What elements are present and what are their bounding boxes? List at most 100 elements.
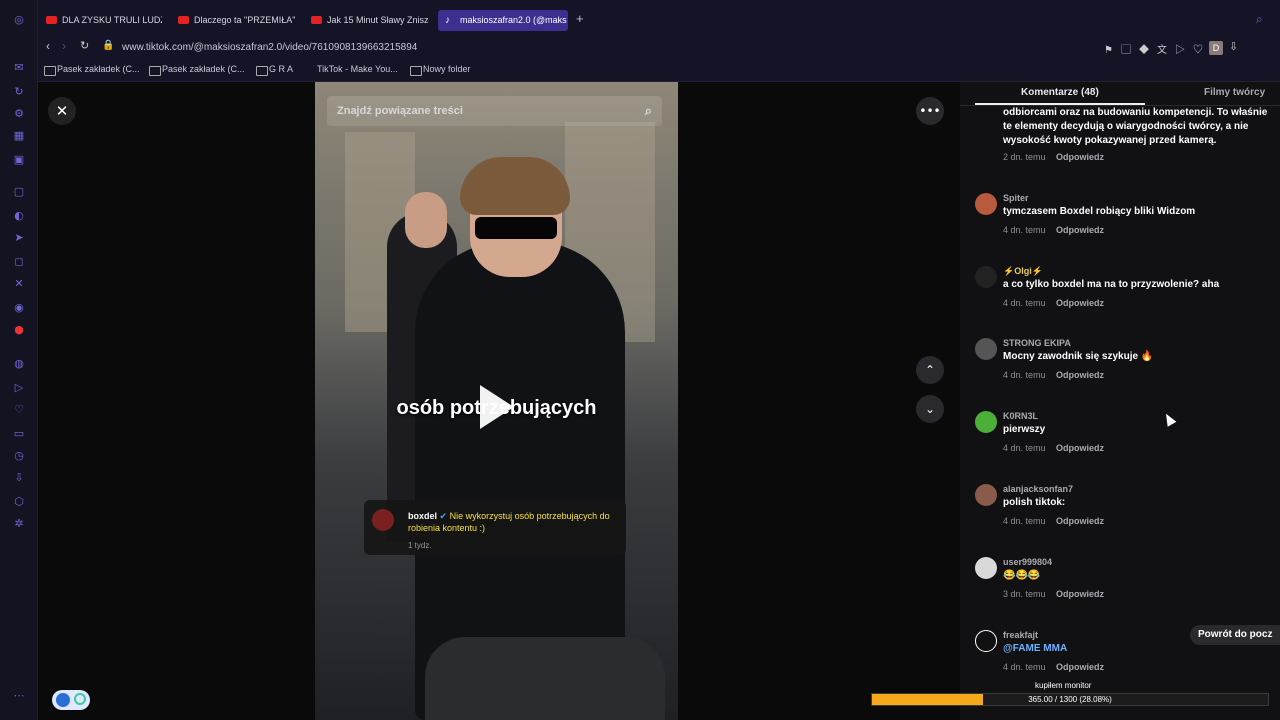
telegram-icon[interactable]: ➤ <box>11 230 27 246</box>
ticket-icon[interactable]: ▭ <box>11 426 27 442</box>
comment-time: 4 dn. temu <box>1003 662 1046 672</box>
comment-time: 2 dn. temu <box>1003 152 1046 162</box>
history-icon[interactable]: ◷ <box>11 448 27 464</box>
instagram-icon[interactable]: ◻ <box>11 254 27 270</box>
comment-username[interactable]: STRONG EKIPA <box>1003 338 1071 348</box>
reply-button[interactable]: Odpowiedz <box>1056 225 1104 235</box>
comment-username[interactable]: alanjacksonfan7 <box>1003 484 1073 494</box>
avatar[interactable] <box>975 411 997 433</box>
comment-text: pierwszy <box>1003 424 1046 435</box>
reply-avatar <box>372 509 394 531</box>
box-icon[interactable]: ▣ <box>11 152 27 168</box>
comment-time: 4 dn. temu <box>1003 370 1046 380</box>
address-bar: ‹ › ↻ 🔒 www.tiktok.com/@maksioszafran2.0… <box>38 38 1280 60</box>
comment-username[interactable]: K0RN3L <box>1003 411 1038 421</box>
more-icon[interactable]: ⋯ <box>11 688 27 704</box>
bookmark-4[interactable]: TikTok - Make You... <box>304 64 398 74</box>
bot-icon[interactable]: ⚙ <box>11 106 27 122</box>
extension-icons[interactable]: ⚑▢◆文▷♡ <box>1104 41 1211 56</box>
reply-button[interactable]: Odpowiedz <box>1056 516 1104 526</box>
browser-sidebar: ◎ ✉ ↻ ⚙ ▦ ▣ ▢ ◐ ➤ ◻ ✕ ◉ ● ◍ ▷ ♡ ▭ ◷ ⇩ ⬡ … <box>0 0 38 720</box>
comment-text: a co tylko boxdel ma na to przyzwolenie?… <box>1003 279 1220 290</box>
heart-icon[interactable]: ♡ <box>11 402 27 418</box>
reply-button[interactable]: Odpowiedz <box>1056 298 1104 308</box>
back-to-top-button[interactable]: Powrót do pocz <box>1190 625 1280 645</box>
discord-icon[interactable]: ◉ <box>11 300 27 316</box>
bookmark-2[interactable]: Pasek zakładek (C... <box>149 64 245 76</box>
comment-username[interactable]: ⚡Olgi⚡ <box>1003 266 1043 277</box>
bookmarks-bar: Pasek zakładek (C... Pasek zakładek (C..… <box>38 60 1280 82</box>
lock-icon: 🔒 <box>102 40 115 51</box>
chevron-up-icon[interactable]: ⌃ <box>916 356 944 384</box>
reply-button[interactable]: Odpowiedz <box>1056 589 1104 599</box>
comment-text: @FAME MMA <box>1003 643 1068 654</box>
x-icon[interactable]: ✕ <box>11 276 27 292</box>
sunglasses <box>475 217 557 239</box>
reply-button[interactable]: Odpowiedz <box>1056 370 1104 380</box>
reply-button[interactable]: Odpowiedz <box>1056 152 1104 162</box>
reply-button[interactable]: Odpowiedz <box>1056 443 1104 453</box>
search-tabs-icon[interactable]: ⌕ <box>1256 12 1263 27</box>
goal-label: kupiłem monitor <box>1035 681 1092 690</box>
comment-time: 4 dn. temu <box>1003 443 1046 453</box>
related-search-input[interactable]: Znajdź powiązane treści ⌕ <box>327 96 662 126</box>
goal-progress-text: 365.00 / 1300 (28.08%) <box>1028 695 1112 704</box>
twitch-icon[interactable]: ▢ <box>11 184 27 200</box>
video-player[interactable]: Znajdź powiązane treści ⌕ osób potrzebują… <box>315 82 678 720</box>
download-icon[interactable]: ⇩ <box>11 470 27 486</box>
new-tab-button[interactable]: + <box>576 11 584 26</box>
avatar[interactable] <box>975 484 997 506</box>
chevron-down-icon[interactable]: ⌄ <box>916 395 944 423</box>
tab-creator-videos[interactable]: Filmy twórcy <box>1204 87 1265 98</box>
reply-button[interactable]: Odpowiedz <box>1056 662 1104 672</box>
url-field[interactable]: www.tiktok.com/@maksioszafran2.0/video/7… <box>122 40 417 56</box>
red-app-icon[interactable]: ● <box>11 322 27 338</box>
settings-icon[interactable]: ✲ <box>11 516 27 532</box>
comment-username[interactable]: Spiter <box>1003 193 1029 203</box>
avatar[interactable] <box>975 338 997 360</box>
avatar[interactable] <box>975 266 997 288</box>
reload-icon[interactable]: ↻ <box>80 39 89 52</box>
comment-time: 3 dn. temu <box>1003 589 1046 599</box>
avatar[interactable] <box>975 193 997 215</box>
status-icon <box>74 693 86 705</box>
downloads-icon[interactable]: ⇩ <box>1229 40 1238 53</box>
comment-username[interactable]: user999804 <box>1003 557 1052 567</box>
comment-time: 4 dn. temu <box>1003 298 1046 308</box>
floating-widget[interactable] <box>52 690 90 710</box>
avatar[interactable] <box>975 557 997 579</box>
play-icon[interactable] <box>480 385 514 429</box>
mail-icon[interactable]: ✉ <box>11 60 27 76</box>
tab-3[interactable]: Jak 15 Minut Sławy Zniszc <box>305 10 429 31</box>
browser-logo-icon[interactable]: ◎ <box>11 12 27 28</box>
refresh-icon[interactable]: ↻ <box>11 84 27 100</box>
bookmark-5[interactable]: Nowy folder <box>410 64 471 76</box>
comment-text: odbiorcami oraz na budowaniu kompetencji… <box>1003 107 1268 146</box>
tab-4-active[interactable]: ♪ maksioszafran2.0 (@maks <box>438 10 568 31</box>
avatar[interactable] <box>975 630 997 652</box>
bookmark-1[interactable]: Pasek zakładek (C... <box>44 64 140 76</box>
back-icon[interactable]: ‹ <box>46 39 50 53</box>
image-icon[interactable]: ▦ <box>11 128 27 144</box>
bookmark-3[interactable]: G R A <box>256 64 293 76</box>
send-icon[interactable]: ▷ <box>11 380 27 396</box>
search-icon[interactable]: ⌕ <box>645 96 652 126</box>
box3d-icon[interactable]: ⬡ <box>11 494 27 510</box>
tab-2[interactable]: Dlaczego ta "PRZEMIŁA" <box>172 10 296 31</box>
reply-time: 1 tydz. <box>408 541 432 550</box>
more-options-icon[interactable]: ••• <box>916 97 944 125</box>
tiktok-icon: ♪ <box>445 15 450 26</box>
messenger-icon[interactable]: ◐ <box>11 208 27 224</box>
spotify-icon[interactable]: ◍ <box>11 356 27 372</box>
forward-icon[interactable]: › <box>62 39 66 53</box>
search-placeholder: Znajdź powiązane treści <box>337 105 463 117</box>
comment-username[interactable]: freakfajt <box>1003 630 1038 640</box>
comment-text: tymczasem Boxdel robiący bliki Widzom <box>1003 206 1196 217</box>
youtube-icon <box>311 16 322 24</box>
comment-time: 4 dn. temu <box>1003 225 1046 235</box>
close-icon[interactable]: ✕ <box>48 97 76 125</box>
tab-comments[interactable]: Komentarze (48) <box>1021 87 1099 98</box>
person-hair <box>460 157 570 215</box>
profile-avatar[interactable]: D <box>1209 41 1223 55</box>
tab-1[interactable]: DLA ZYSKU TRULI LUDZI <box>40 10 162 31</box>
